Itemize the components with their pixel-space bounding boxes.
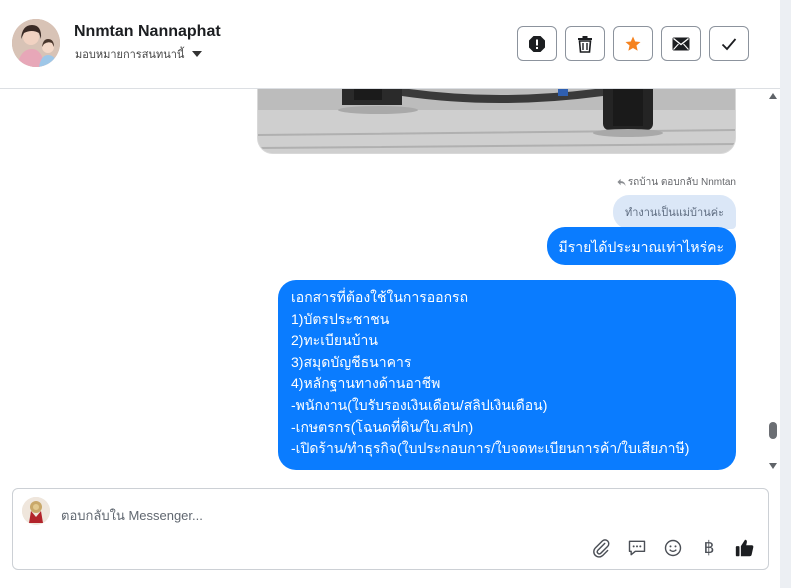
message-line: 2)ทะเบียนบ้าน xyxy=(291,332,378,349)
attach-button[interactable] xyxy=(590,537,612,559)
emoji-button[interactable] xyxy=(662,537,684,559)
paperclip-icon xyxy=(593,539,610,558)
mark-done-button[interactable] xyxy=(709,26,749,61)
message-line: -เปิดร้าน/ทำธุรกิจ(ใบประกอบการ/ใบจดทะเบี… xyxy=(291,440,690,457)
composer-tools: ฿ xyxy=(590,537,756,559)
messenger-window: Nnmtan Nannaphat มอบหมายการสนทนานี้ รถบ้… xyxy=(0,0,780,588)
payment-button[interactable]: ฿ xyxy=(698,537,720,559)
chevron-down-icon xyxy=(192,51,203,57)
assign-conversation-dropdown[interactable]: มอบหมายการสนทนานี้ xyxy=(75,45,203,63)
chat-bubble-icon xyxy=(628,540,646,556)
check-icon xyxy=(721,37,737,50)
message-bubble[interactable]: เอกสารที่ต้องใช้ในการออกรถ 1)บัตรประชาชน… xyxy=(278,280,736,470)
alert-icon xyxy=(529,35,545,52)
saved-replies-button[interactable] xyxy=(626,537,648,559)
mark-spam-button[interactable] xyxy=(517,26,557,61)
message-line: เอกสารที่ต้องใช้ในการออกรถ xyxy=(291,289,469,305)
message-composer: ตอบกลับใน Messenger... ฿ xyxy=(12,488,769,570)
window-edge xyxy=(780,0,791,588)
car-photo-attachment[interactable] xyxy=(257,89,736,154)
contact-avatar[interactable] xyxy=(12,19,60,67)
reply-icon xyxy=(617,178,626,187)
scrollbar-thumb[interactable] xyxy=(769,422,777,439)
message-line: 3)สมุดบัญชีธนาคาร xyxy=(291,353,412,370)
reply-indicator: รถบ้าน ตอบกลับ Nnmtan xyxy=(617,175,736,190)
trash-icon xyxy=(578,35,592,53)
baht-icon: ฿ xyxy=(703,538,715,558)
star-button[interactable] xyxy=(613,26,653,61)
header-actions xyxy=(517,26,749,61)
quoted-message[interactable]: ทำงานเป็นแม่บ้านค่ะ xyxy=(612,195,736,229)
message-line: 4)หลักฐานทางด้านอาชีพ xyxy=(291,375,441,392)
thumbs-up-icon xyxy=(735,539,754,557)
reply-meta-text: รถบ้าน ตอบกลับ Nnmtan xyxy=(627,177,736,188)
assign-label: มอบหมายการสนทนานี้ xyxy=(75,49,185,61)
message-line: 1)บัตรประชาชน xyxy=(291,310,390,327)
page-avatar xyxy=(22,497,50,525)
message-line: -พนักงาน(ใบรับรองเงินเดือน/สลิปเงินเดือน… xyxy=(291,396,548,413)
mark-unread-button[interactable] xyxy=(661,26,701,61)
message-line: -เกษตรกร(โฉนดที่ดิน/ใบ.สปก) xyxy=(291,418,474,435)
reply-input[interactable]: ตอบกลับใน Messenger... xyxy=(61,505,203,526)
scroll-down-arrow[interactable] xyxy=(769,463,777,469)
envelope-icon xyxy=(672,37,690,50)
message-bubble[interactable]: มีรายได้ประมาณเท่าไหร่คะ xyxy=(546,227,736,265)
emoji-icon xyxy=(664,539,682,557)
like-button[interactable] xyxy=(734,537,756,559)
scroll-up-arrow[interactable] xyxy=(769,93,777,99)
delete-button[interactable] xyxy=(565,26,605,61)
conversation-header: Nnmtan Nannaphat มอบหมายการสนทนานี้ xyxy=(0,0,780,89)
message-thread[interactable]: รถบ้าน ตอบกลับ Nnmtan ทำงานเป็นแม่บ้านค่… xyxy=(0,89,766,478)
contact-name[interactable]: Nnmtan Nannaphat xyxy=(74,23,221,41)
star-icon xyxy=(625,36,641,51)
